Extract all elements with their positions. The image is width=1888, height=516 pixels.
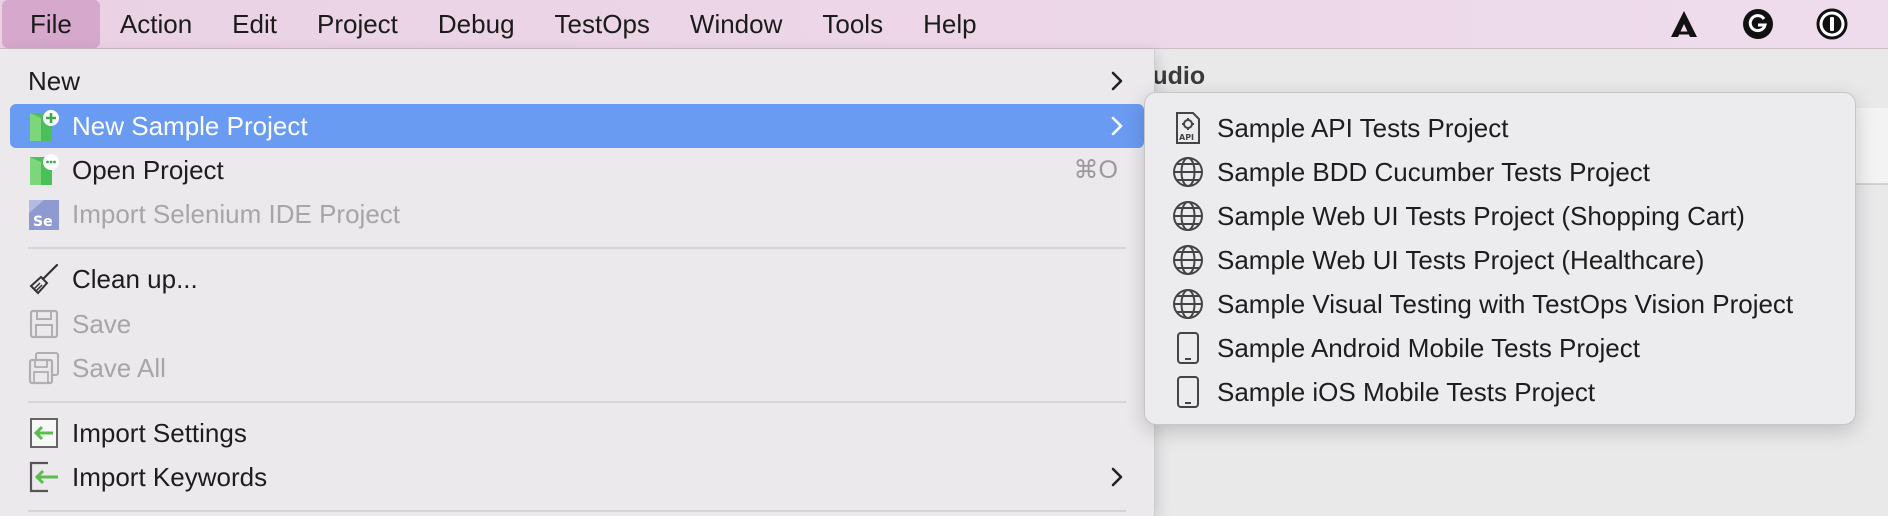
app-a-icon[interactable] [1666,6,1702,42]
submenu-item-sample-visual-testing[interactable]: Sample Visual Testing with TestOps Visio… [1145,282,1855,326]
chevron-right-icon [1111,467,1123,487]
submenu-item-label: Sample API Tests Project [1217,112,1509,143]
save-icon [29,309,59,339]
menu-tools[interactable]: Tools [802,0,903,48]
menu-item-label: Import Keywords [72,461,268,492]
menu-separator [28,247,1126,249]
menu-item-open-project[interactable]: Open Project ⌘O [10,148,1144,192]
submenu-item-sample-web-shopping-cart[interactable]: Sample Web UI Tests Project (Shopping Ca… [1145,194,1855,238]
selenium-icon: Se [29,200,59,230]
menu-item-label: Save All [72,352,166,383]
globe-icon [1173,201,1203,231]
menu-item-new-sample-project[interactable]: New Sample Project [10,104,1144,148]
svg-text:Se: Se [33,214,53,230]
save-all-icon [28,352,59,385]
submenu-item-label: Sample Web UI Tests Project (Shopping Ca… [1217,200,1745,231]
status-tray [1666,0,1888,48]
menu-edit[interactable]: Edit [212,0,297,48]
shortcut-label: ⌘O [1073,156,1118,184]
menu-help[interactable]: Help [903,0,996,48]
file-menu: New New Sample Project Open Project ⌘O S… [0,49,1155,516]
mobile-icon [1177,376,1199,408]
import-settings-icon [30,418,58,448]
menu-item-label: Save [72,308,132,339]
onepassword-icon[interactable] [1814,6,1850,42]
globe-icon [1173,157,1203,187]
new-sample-project-icon [30,110,59,141]
menu-action[interactable]: Action [100,0,212,48]
globe-icon [1173,289,1203,319]
menu-item-label: Open Project [72,154,224,185]
chevron-right-icon [1111,71,1123,91]
api-icon: API [1176,112,1200,144]
submenu-item-label: Sample BDD Cucumber Tests Project [1217,156,1651,187]
submenu-item-sample-ios[interactable]: Sample iOS Mobile Tests Project [1145,370,1855,414]
submenu-item-sample-api[interactable]: API Sample API Tests Project [1145,106,1855,150]
menu-project[interactable]: Project [297,0,418,48]
menu-item-label: Clean up... [72,263,198,294]
mobile-icon [1177,332,1199,364]
menu-file[interactable]: File [2,0,100,48]
menu-item-save-all[interactable]: Save All [10,346,1144,390]
menu-item-label: Import Settings [72,417,247,448]
broom-icon [29,263,59,295]
menu-item-import-selenium-ide-project[interactable]: Se Import Selenium IDE Project [10,192,1144,236]
submenu-item-sample-android[interactable]: Sample Android Mobile Tests Project [1145,326,1855,370]
submenu-item-label: Sample Android Mobile Tests Project [1217,332,1640,363]
open-project-icon [30,154,59,185]
globe-icon [1173,245,1203,275]
menu-item-label: New [28,65,81,96]
menu-item-clean-up[interactable]: Clean up... [10,257,1144,301]
menu-item-new[interactable]: New [10,59,1144,103]
menu-separator [28,510,1126,512]
import-keywords-icon [29,461,58,493]
chevron-right-icon [1111,116,1123,136]
menu-item-import-keywords[interactable]: Import Keywords [10,455,1144,499]
svg-text:API: API [1179,133,1194,142]
menu-separator [28,401,1126,403]
menu-item-label: Import Selenium IDE Project [72,198,401,229]
menu-window[interactable]: Window [670,0,802,48]
new-sample-project-submenu: API Sample API Tests Project Sample BDD … [1144,92,1856,425]
menu-item-label: New Sample Project [72,110,308,141]
submenu-item-label: Sample Visual Testing with TestOps Visio… [1217,288,1794,319]
background-toolbar-strip [1856,108,1888,185]
submenu-item-sample-bdd[interactable]: Sample BDD Cucumber Tests Project [1145,150,1855,194]
submenu-item-sample-web-healthcare[interactable]: Sample Web UI Tests Project (Healthcare) [1145,238,1855,282]
menu-testops[interactable]: TestOps [535,0,670,48]
menu-item-save[interactable]: Save [10,302,1144,346]
menu-item-import-settings[interactable]: Import Settings [10,411,1144,455]
submenu-item-label: Sample Web UI Tests Project (Healthcare) [1217,244,1705,275]
submenu-item-label: Sample iOS Mobile Tests Project [1217,376,1596,407]
menu-bar: File Action Edit Project Debug TestOps W… [0,0,1888,49]
grammarly-icon[interactable] [1740,6,1776,42]
menu-debug[interactable]: Debug [418,0,535,48]
